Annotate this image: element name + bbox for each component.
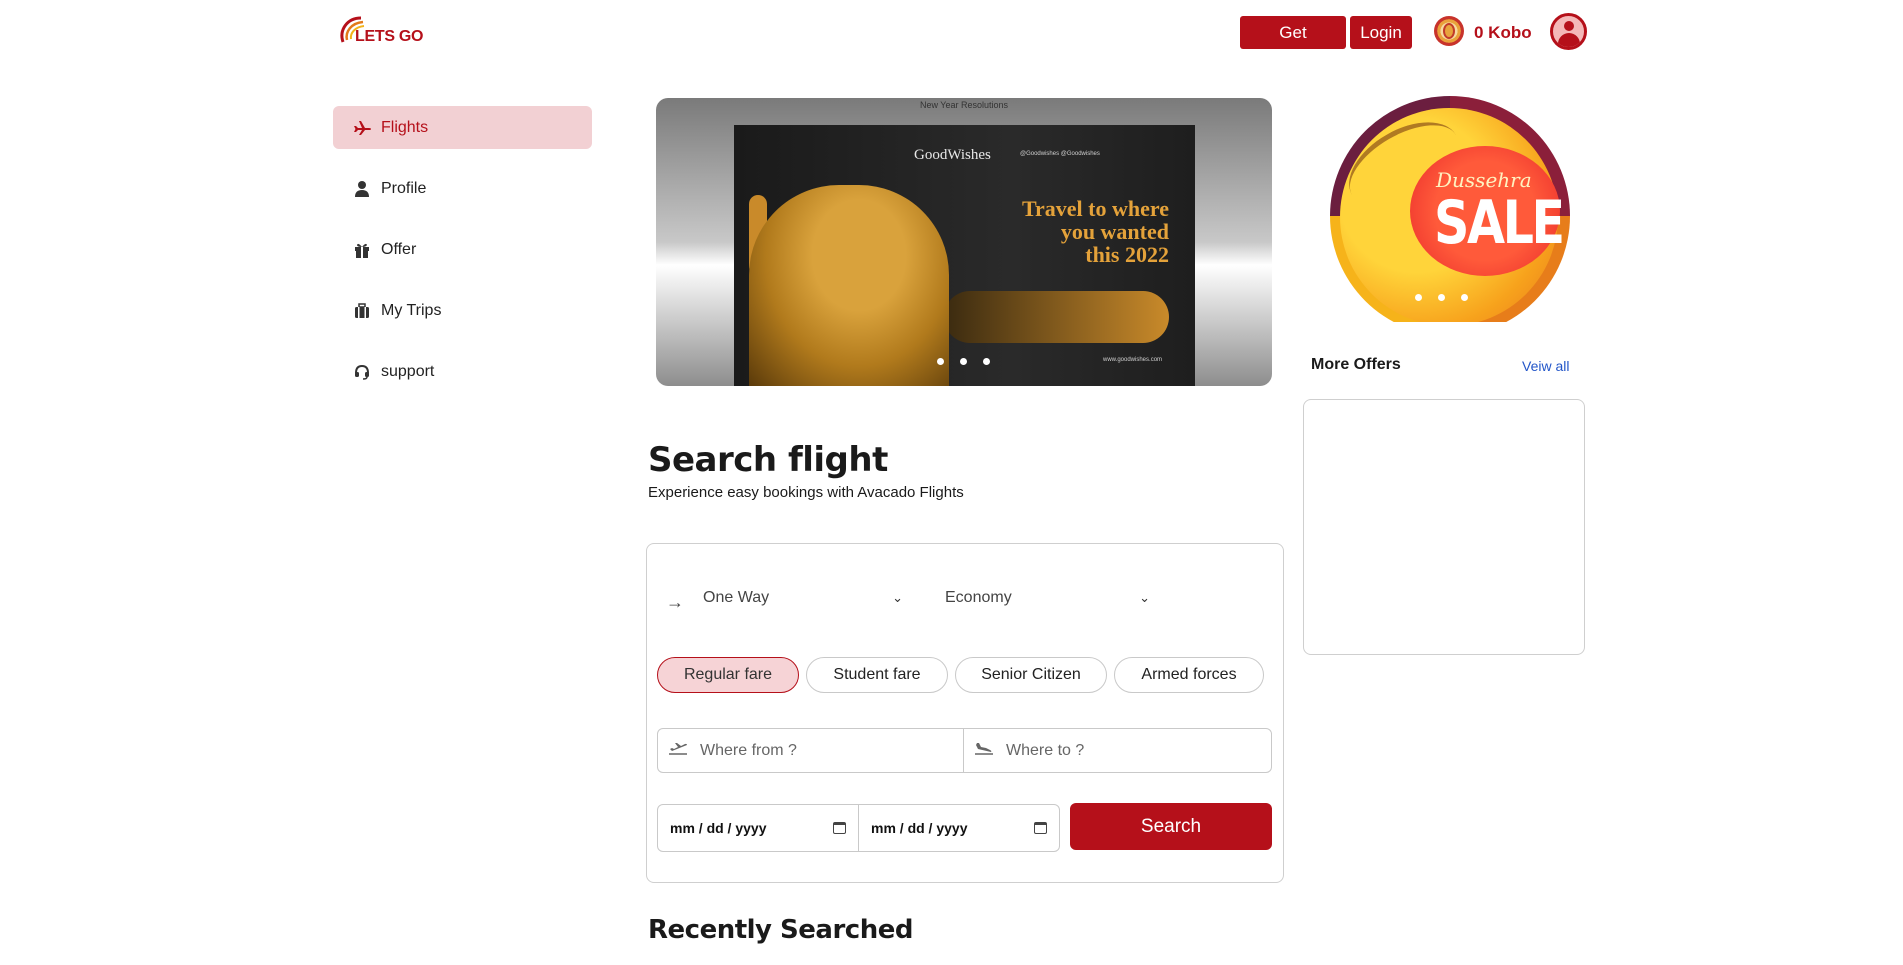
banner-brand: GoodWishes bbox=[914, 147, 991, 163]
recently-searched-title: Recently Searched bbox=[648, 915, 913, 945]
chevron-down-icon: ⌄ bbox=[892, 590, 903, 605]
plane-arrival-icon bbox=[974, 742, 996, 759]
plane-icon bbox=[353, 119, 371, 137]
where-to-placeholder: Where to ? bbox=[1006, 741, 1085, 759]
carousel-dot[interactable] bbox=[1438, 294, 1445, 301]
banner-url: www.goodwishes.com bbox=[1103, 357, 1163, 363]
more-offers-panel bbox=[1303, 399, 1585, 655]
user-icon bbox=[353, 180, 371, 198]
page-title: Search flight bbox=[648, 440, 888, 480]
carousel-dot[interactable] bbox=[983, 358, 990, 365]
banner-caption: New Year Resolutions bbox=[919, 100, 1009, 110]
plane-departure-icon bbox=[668, 742, 690, 759]
carousel-dot[interactable] bbox=[937, 358, 944, 365]
sidebar-item-support[interactable]: support bbox=[333, 350, 592, 393]
view-all-link[interactable]: Veiw all bbox=[1522, 358, 1569, 374]
sidebar-item-flights[interactable]: Flights bbox=[333, 106, 592, 149]
page-subtitle: Experience easy bookings with Avacado Fl… bbox=[648, 484, 964, 501]
promo-pagination bbox=[1415, 294, 1468, 301]
fare-option-senior[interactable]: Senior Citizen bbox=[955, 657, 1107, 693]
avatar[interactable] bbox=[1550, 13, 1587, 50]
headset-icon bbox=[353, 363, 371, 381]
return-date-input[interactable]: mm / dd / yyyy bbox=[858, 804, 1060, 852]
banner-tagline-line: Travel to where bbox=[1021, 196, 1169, 221]
cabin-class-select[interactable]: Economy ⌄ bbox=[945, 589, 1150, 607]
where-to-input[interactable]: Where to ? bbox=[963, 728, 1272, 773]
fare-option-armed-forces[interactable]: Armed forces bbox=[1114, 657, 1264, 693]
banner-tagline-line: this 2022 bbox=[1085, 242, 1169, 267]
sidebar-item-profile[interactable]: Profile bbox=[333, 167, 592, 210]
logo[interactable]: LETS GO bbox=[337, 12, 427, 52]
banner-image: GoodWishes @Goodwishes @Goodwishes Trave… bbox=[734, 125, 1195, 386]
wallet-balance: 0 Kobo bbox=[1474, 23, 1532, 42]
calendar-icon[interactable] bbox=[1034, 822, 1047, 834]
promo-carousel[interactable]: Dussehra SALE bbox=[1330, 96, 1570, 322]
coin-icon bbox=[1434, 16, 1464, 46]
sidebar-item-label: Offer bbox=[381, 240, 417, 258]
departure-date-input[interactable]: mm / dd / yyyy bbox=[657, 804, 859, 852]
sidebar-item-label: Profile bbox=[381, 179, 427, 197]
where-from-placeholder: Where from ? bbox=[700, 741, 797, 759]
banner-carousel[interactable]: New Year Resolutions GoodWishes @Goodwis… bbox=[656, 98, 1272, 386]
promo-sale-text: SALE bbox=[1434, 188, 1565, 258]
calendar-icon[interactable] bbox=[833, 822, 846, 834]
arrow-right-icon: → bbox=[666, 592, 684, 612]
sidebar-item-label: support bbox=[381, 362, 435, 380]
fare-option-regular[interactable]: Regular fare bbox=[657, 657, 799, 693]
sidebar-item-offer[interactable]: Offer bbox=[333, 228, 592, 271]
cabin-class-value: Economy bbox=[945, 589, 1012, 606]
logo-text: LETS GO bbox=[355, 28, 424, 45]
suitcase-icon bbox=[353, 302, 371, 320]
fare-option-student[interactable]: Student fare bbox=[806, 657, 948, 693]
sidebar-item-label: Flights bbox=[381, 118, 429, 136]
login-button[interactable]: Login bbox=[1350, 16, 1412, 49]
more-offers-title: More Offers bbox=[1311, 356, 1401, 373]
chevron-down-icon: ⌄ bbox=[1139, 590, 1150, 605]
banner-tagline: Travel to where you wanted this 2022 bbox=[964, 197, 1169, 266]
banner-social: @Goodwishes @Goodwishes bbox=[1020, 151, 1100, 157]
trip-type-value: One Way bbox=[703, 589, 770, 606]
get-started-button[interactable]: Get Started bbox=[1240, 16, 1346, 75]
carousel-dot[interactable] bbox=[1461, 294, 1468, 301]
where-from-input[interactable]: Where from ? bbox=[657, 728, 964, 773]
gift-icon bbox=[353, 241, 371, 259]
banner-pagination bbox=[937, 358, 990, 365]
carousel-dot[interactable] bbox=[960, 358, 967, 365]
banner-decor-pill bbox=[944, 291, 1169, 343]
trip-type-select[interactable]: One Way ⌄ bbox=[703, 589, 903, 607]
sidebar-item-my-trips[interactable]: My Trips bbox=[333, 289, 592, 332]
date-placeholder: mm / dd / yyyy bbox=[871, 820, 968, 836]
date-placeholder: mm / dd / yyyy bbox=[670, 820, 767, 836]
banner-person-image bbox=[749, 185, 949, 386]
sidebar-item-label: My Trips bbox=[381, 301, 442, 319]
carousel-dot[interactable] bbox=[1415, 294, 1422, 301]
banner-tagline-line: you wanted bbox=[1060, 219, 1169, 244]
search-button[interactable]: Search bbox=[1070, 803, 1272, 850]
